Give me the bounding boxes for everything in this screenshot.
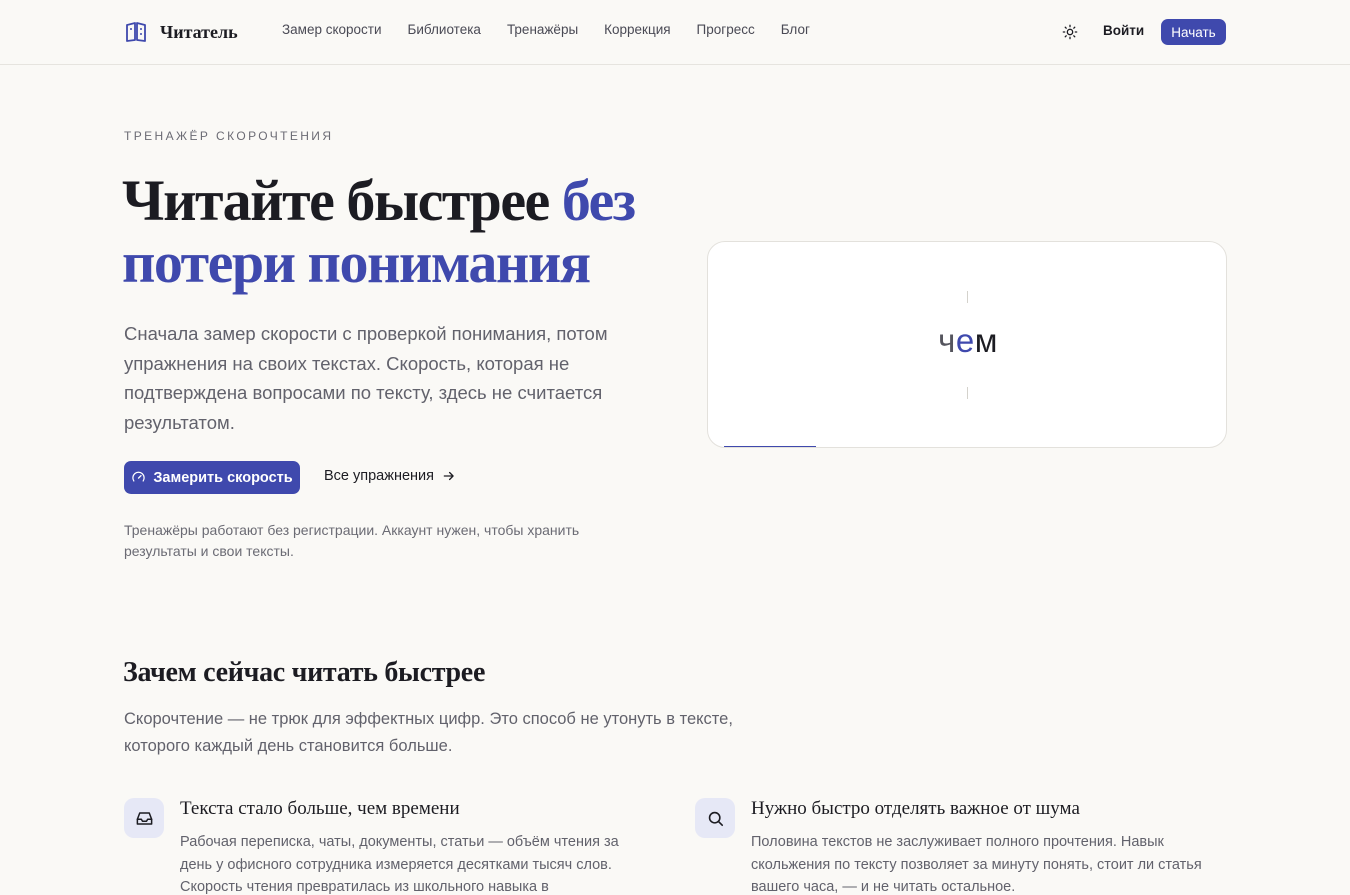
word-suffix: м [974,322,998,359]
feature-icon-wrap [124,798,164,838]
logo-text: Читатель [160,21,238,42]
gauge-icon [132,471,146,482]
hero-eyebrow: ТРЕНАЖЁР СКОРОЧТЕНИЯ [124,129,334,143]
book-icon [126,22,146,42]
feature-text: Рабочая переписка, чаты, документы, стат… [180,834,619,895]
hero-title-plain: Читайте быстрее [122,168,562,233]
logo[interactable]: Читатель [124,18,238,46]
measure-speed-label: Замерить скорость [153,469,293,486]
feature-title: Текста стало больше, чем времени [180,798,460,819]
hero-title: Читайте быстрее без потери понимания [122,170,682,294]
inbox-icon [136,811,152,825]
nav-item-correction[interactable]: Коррекция [604,22,670,37]
nav-item-trainers[interactable]: Тренажёры [507,22,578,37]
focus-tick-bottom [967,387,968,399]
why-section-lead: Скорочтение — не трюк для эффектных цифр… [124,710,733,755]
measure-speed-button[interactable]: Замерить скорость [124,461,300,494]
hero-lead: Сначала замер скорости с проверкой поним… [124,323,608,433]
sun-icon [1062,24,1078,40]
word-prefix: ч [938,322,956,359]
main-nav: Замер скорости Библиотека Тренажёры Корр… [282,22,810,37]
feature-text: Половина текстов не заслуживает полного … [751,834,1202,895]
login-link[interactable]: Войти [1103,23,1144,38]
rsvp-reader-card: чем [707,241,1227,448]
start-button[interactable]: Начать [1161,19,1226,45]
focus-tick-top [967,291,968,303]
nav-item-blog[interactable]: Блог [781,22,810,37]
nav-item-progress[interactable]: Прогресс [697,22,755,37]
theme-toggle-button[interactable] [1060,22,1080,42]
nav-item-library[interactable]: Библиотека [408,22,481,37]
feature-title: Нужно быстро отделять важное от шума [751,798,1080,819]
site-header: Читатель Замер скорости Библиотека Трена… [0,0,1350,65]
arrow-right-icon [443,471,454,481]
all-exercises-link[interactable]: Все упражнения [324,468,456,484]
why-section-title: Зачем сейчас читать быстрее [123,657,486,688]
search-icon [708,811,723,826]
all-exercises-label: Все упражнения [324,468,434,484]
feature-icon-wrap [695,798,735,838]
word-focus-letter: е [955,322,975,359]
nav-item-speed-test[interactable]: Замер скорости [282,22,382,37]
hero-note: Тренажёры работают без регистрации. Акка… [124,522,580,559]
reader-progress-bar [724,446,816,447]
rsvp-word: чем [708,322,1226,360]
